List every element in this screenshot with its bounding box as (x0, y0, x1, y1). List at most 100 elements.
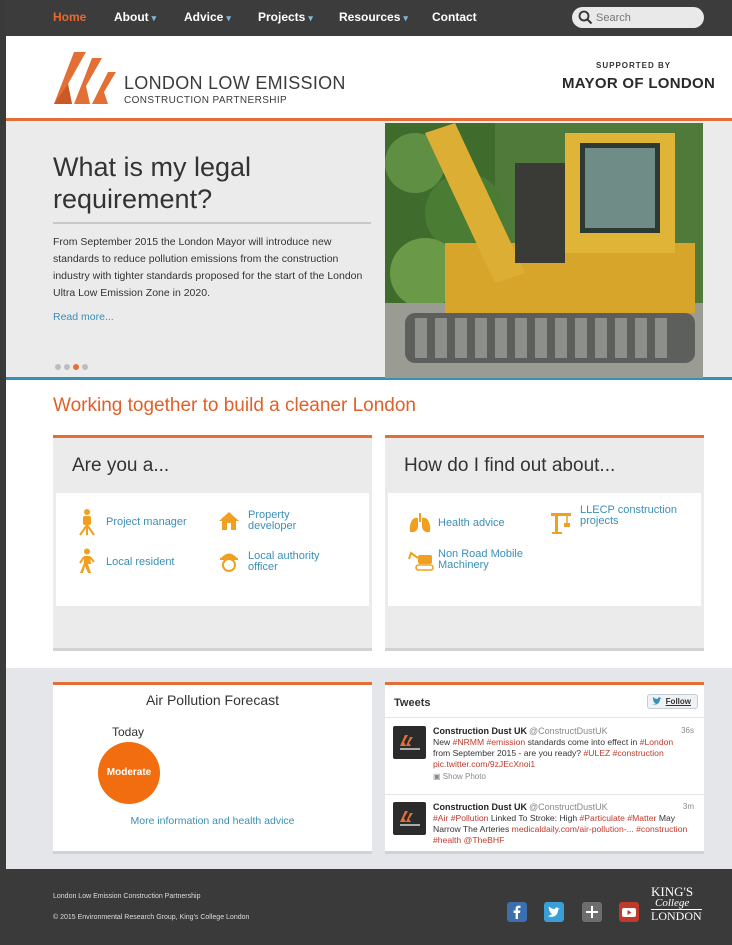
project-manager-link[interactable]: Project manager (76, 508, 206, 536)
slide-dot-active[interactable] (73, 364, 79, 370)
are-you-list: Project manager Property developer Local… (56, 493, 369, 606)
hashtag-link[interactable]: #emission (487, 737, 526, 747)
footer-org-name: London Low Emission Construction Partner… (53, 893, 201, 900)
twitter-icon[interactable] (544, 902, 564, 922)
hashtag-link[interactable]: #health (433, 835, 461, 845)
air-pollution-forecast-panel: Air Pollution Forecast Today Moderate Mo… (53, 682, 372, 854)
slide-indicators (55, 357, 91, 375)
tweet-item[interactable]: Construction Dust UK @ConstructDustUK 3m … (393, 802, 698, 854)
tweet-author-name: Construction Dust UK (433, 802, 527, 812)
hashtag-link[interactable]: #Matter (627, 813, 656, 823)
tweet-text-part: Linked To Stroke: High (488, 813, 580, 823)
section-heading: Working together to build a cleaner Lond… (53, 395, 417, 416)
tweet-text: #Air #Pollution Linked To Stroke: High #… (433, 813, 689, 846)
walking-person-icon (79, 548, 95, 573)
hashtag-link[interactable]: #NRMM (453, 737, 485, 747)
hero-title: What is my legal requirement? (53, 152, 252, 214)
slide-dot[interactable] (55, 364, 61, 370)
property-developer-link[interactable]: Property developer (218, 507, 348, 535)
avatar[interactable] (393, 802, 426, 835)
health-advice-link[interactable]: Health advice (408, 512, 538, 538)
are-you-title: Are you a... (72, 455, 170, 476)
facebook-icon[interactable] (507, 902, 527, 922)
hardhat-worker-icon (220, 553, 238, 572)
hashtag-link[interactable]: #construction (613, 748, 664, 758)
local-resident-label: Local resident (106, 556, 175, 568)
twitter-follow-button[interactable]: Follow (646, 694, 698, 709)
tweet-author[interactable]: Construction Dust UK @ConstructDustUK (433, 726, 608, 736)
footer-copyright: © 2015 Environmental Research Group, Kin… (53, 914, 250, 921)
hashtag-link[interactable]: #Particulate (580, 813, 625, 823)
health-advice-more-link[interactable]: More information and health advice (53, 815, 372, 827)
excavator-photo (385, 123, 703, 378)
search-icon (578, 10, 593, 25)
search-input[interactable] (596, 9, 696, 26)
nav-contact[interactable]: Contact (432, 10, 477, 24)
article-link[interactable]: medicaldaily.com/air-pollution-... (512, 824, 634, 834)
mayor-of-london-logo[interactable]: MAYOR OF LONDON (562, 75, 715, 92)
box-footer-shadow (385, 648, 704, 651)
hero-text: From September 2015 the London Mayor wil… (53, 236, 363, 299)
tweet-item[interactable]: Construction Dust UK @ConstructDustUK 36s… (393, 726, 698, 786)
pic-link[interactable]: pic.twitter.com/9zJEcXnoi1 (433, 759, 535, 769)
nav-about-label: About (114, 10, 149, 24)
machinery-icon (408, 551, 434, 571)
nav-advice[interactable]: Advice ▾ (184, 10, 231, 24)
chevron-down-icon: ▾ (308, 13, 313, 23)
google-plus-icon[interactable] (582, 902, 602, 922)
nav-advice-label: Advice (184, 10, 224, 24)
forecast-title: Air Pollution Forecast (145, 692, 280, 708)
chevron-down-icon: ▾ (403, 13, 408, 23)
kings-college-london-logo[interactable]: KING'S College LONDON (651, 885, 702, 922)
chevron-down-icon: ▾ (226, 13, 231, 23)
follow-label: Follow (665, 697, 691, 706)
read-more-link[interactable]: Read more... (53, 311, 114, 323)
mention-link[interactable]: @TheBHF (464, 835, 505, 845)
slide-dot[interactable] (82, 364, 88, 370)
tweet-text-part: New (433, 737, 453, 747)
slide-dot[interactable] (64, 364, 70, 370)
nav-projects-label: Projects (258, 10, 306, 24)
show-photo-link[interactable]: ▣ Show Photo (433, 772, 486, 781)
property-developer-label: Property developer (248, 509, 297, 532)
avatar[interactable] (393, 726, 426, 759)
tweet-time[interactable]: 36s (681, 726, 694, 735)
find-out-box: How do I find out about... Health advice (385, 435, 704, 651)
nav-resources[interactable]: Resources ▾ (339, 10, 408, 24)
hashtag-link[interactable]: #construction (636, 824, 687, 834)
local-resident-link[interactable]: Local resident (76, 548, 206, 576)
nav-home[interactable]: Home (53, 10, 86, 24)
lower-section: Air Pollution Forecast Today Moderate Mo… (6, 668, 732, 869)
youtube-icon[interactable] (619, 902, 639, 922)
tweet-handle: @ConstructDustUK (529, 726, 608, 736)
tweet-divider (385, 794, 704, 795)
twitter-bird-icon (651, 697, 662, 705)
supported-by-label: SUPPORTED BY (596, 61, 672, 70)
top-navigation: Home About ▾ Advice ▾ Projects ▾ Resources ▾… (6, 0, 732, 36)
hashtag-link[interactable]: #London (640, 737, 673, 747)
chevron-down-icon: ▾ (151, 13, 157, 23)
hero-slider: What is my legal requirement? From Septe… (6, 118, 732, 380)
tweets-title: Tweets (394, 697, 431, 709)
llecp-logo-icon[interactable] (52, 50, 118, 106)
nrmm-link[interactable]: Non Road Mobile Machinery (408, 549, 548, 575)
hashtag-link[interactable]: #Air (433, 813, 448, 823)
brand-title: LONDON LOW EMISSION (124, 73, 346, 93)
hashtag-link[interactable]: #Pollution (451, 813, 489, 823)
tweets-panel: Tweets Follow Construction Dust UK @Const… (385, 682, 704, 854)
llecp-projects-link[interactable]: LLECP construction projects (550, 505, 690, 545)
local-authority-officer-link[interactable]: Local authority officer (218, 547, 348, 575)
show-photo-label: Show Photo (442, 772, 486, 781)
nav-projects[interactable]: Projects ▾ (258, 10, 313, 24)
tweet-author[interactable]: Construction Dust UK @ConstructDustUK (433, 802, 608, 812)
hashtag-link[interactable]: #ULEZ (583, 748, 610, 758)
nav-about[interactable]: About ▾ (114, 10, 156, 24)
page: Home About ▾ Advice ▾ Projects ▾ Resources ▾… (6, 0, 732, 945)
photo-icon: ▣ (433, 772, 443, 781)
site-footer: London Low Emission Construction Partner… (6, 869, 732, 945)
kings-logo-line: LONDON (651, 909, 702, 923)
tweet-time[interactable]: 3m (683, 802, 694, 811)
box-footer-shadow (53, 648, 372, 651)
kings-logo-line: College (655, 897, 690, 909)
forecast-level-badge: Moderate (98, 742, 160, 804)
